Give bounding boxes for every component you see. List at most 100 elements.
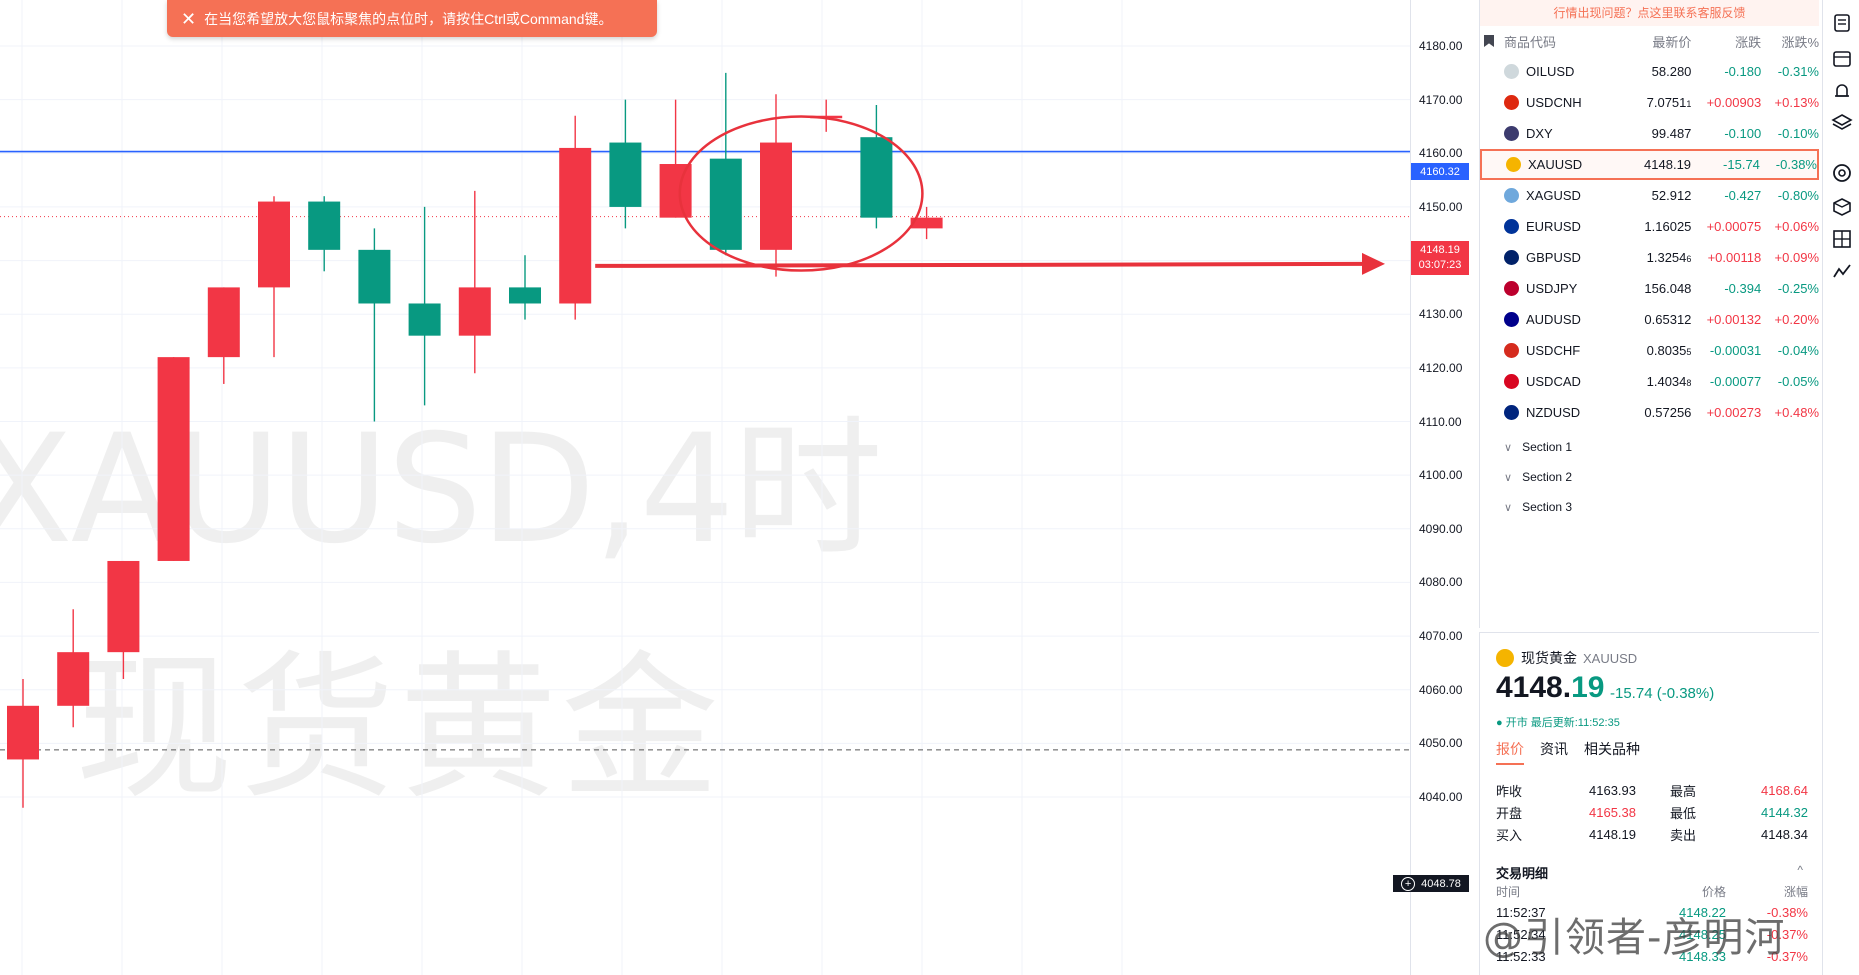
change-pct: +0.48% bbox=[1774, 405, 1819, 420]
change-pct: +0.13% bbox=[1774, 95, 1819, 110]
header-change-pct[interactable]: 涨跌% bbox=[1761, 32, 1819, 51]
last-price-main: 4148.19 bbox=[1644, 157, 1692, 172]
change-pct: -0.25% bbox=[1777, 281, 1819, 296]
change-pct: -0.38% bbox=[1775, 157, 1817, 172]
watchlist-row-xagusd[interactable]: XAGUSD 52.912 -0.427 -0.80% bbox=[1480, 180, 1819, 211]
candle-body bbox=[458, 287, 491, 336]
watchlist-row-gbpusd[interactable]: GBPUSD 1.32546 +0.00118 +0.09% bbox=[1480, 242, 1819, 273]
layers-icon[interactable] bbox=[1831, 112, 1853, 134]
price-tick-label: 4180.00 bbox=[1419, 39, 1463, 53]
trade-change: -0.37% bbox=[1766, 926, 1808, 942]
current-price-tag: 4148.19 03:07:23 bbox=[1411, 241, 1469, 275]
flag-nz-us-icon bbox=[1504, 405, 1519, 420]
alert-bell-icon[interactable] bbox=[1831, 80, 1853, 102]
watchlist-section-1[interactable]: ∨ Section 1 bbox=[1480, 432, 1819, 462]
zoom-hint-toast: ✕ 在当您希望放大您鼠标聚焦的点位时，请按住Ctrl或Command键。 bbox=[167, 0, 657, 37]
candle-body bbox=[760, 142, 792, 250]
symbol-code: EURUSD bbox=[1526, 219, 1581, 234]
flag-us-cn-icon bbox=[1504, 95, 1519, 110]
bar-countdown: 03:07:23 bbox=[1418, 259, 1462, 271]
trades-title: 交易明细 bbox=[1496, 866, 1549, 881]
stat-label: 开盘 bbox=[1496, 805, 1523, 821]
last-price-main: 7.0751 bbox=[1646, 95, 1687, 110]
header-symbol[interactable]: 商品代码 bbox=[1480, 32, 1616, 51]
details-change: -15.74 (-0.38%) bbox=[1610, 685, 1715, 702]
trades-header: 时间 价格 涨幅 bbox=[1496, 883, 1808, 900]
candlestick-chart[interactable] bbox=[0, 0, 1410, 975]
watchlist-row-oilusd[interactable]: OILUSD 58.280 -0.180 -0.31% bbox=[1480, 56, 1819, 87]
trade-change: -0.38% bbox=[1766, 904, 1808, 920]
gold-icon bbox=[1506, 157, 1521, 172]
close-icon[interactable]: ✕ bbox=[181, 10, 196, 28]
watchlist-section-3[interactable]: ∨ Section 3 bbox=[1480, 492, 1819, 522]
watchlist-row-usdcad[interactable]: USDCAD 1.40348 -0.00077 -0.05% bbox=[1480, 366, 1819, 397]
row-symbol: XAUUSD bbox=[1482, 157, 1616, 172]
candle-body bbox=[308, 201, 341, 250]
section-label: Section 1 bbox=[1522, 440, 1573, 454]
row-symbol: AUDUSD bbox=[1480, 312, 1616, 327]
tab-related[interactable]: 相关品种 bbox=[1584, 739, 1640, 765]
add-alert-icon[interactable]: + bbox=[1401, 876, 1416, 891]
grid-icon[interactable] bbox=[1831, 228, 1853, 250]
watchlist-rows: OILUSD 58.280 -0.180 -0.31% USDCNH 7.07511 +0.… bbox=[1480, 56, 1819, 428]
price-tick-label: 4100.00 bbox=[1419, 468, 1463, 483]
chart-icon[interactable] bbox=[1831, 260, 1853, 282]
change: +0.00903 bbox=[1706, 95, 1762, 110]
calendar-icon[interactable] bbox=[1831, 47, 1853, 69]
row-symbol: XAGUSD bbox=[1480, 188, 1616, 203]
symbol-code: DXY bbox=[1526, 126, 1553, 141]
last-price: 99.487 bbox=[1616, 126, 1692, 141]
candle-body bbox=[107, 560, 140, 653]
watchlist-row-usdcnh[interactable]: USDCNH 7.07511 +0.00903 +0.13% bbox=[1480, 87, 1819, 118]
row-symbol: NZDUSD bbox=[1480, 405, 1616, 420]
watchlist-row-audusd[interactable]: AUDUSD 0.65312 +0.00132 +0.20% bbox=[1480, 304, 1819, 335]
watchlist-section-2[interactable]: ∨ Section 2 bbox=[1480, 462, 1819, 492]
change: +0.00075 bbox=[1706, 219, 1762, 234]
news-icon[interactable] bbox=[1831, 12, 1853, 34]
change-pct: +0.09% bbox=[1774, 250, 1819, 265]
candle-body bbox=[207, 287, 240, 358]
tab-quote[interactable]: 报价 bbox=[1496, 739, 1524, 765]
details-price: 4148.19 bbox=[1496, 671, 1604, 705]
price-axis[interactable]: 4180.004170.004160.004150.004140.004130.… bbox=[1393, 0, 1474, 975]
flag-au-us-icon bbox=[1504, 312, 1519, 327]
header-change[interactable]: 涨跌 bbox=[1691, 32, 1761, 51]
watchlist-row-usdjpy[interactable]: USDJPY 156.048 -0.394 -0.25% bbox=[1480, 273, 1819, 304]
change: +0.00132 bbox=[1706, 312, 1762, 327]
price-tick-label: 4170.00 bbox=[1419, 92, 1463, 107]
candle-body bbox=[57, 652, 90, 706]
last-price: 1.32546 bbox=[1616, 250, 1692, 265]
collapse-trades-button[interactable]: ^ bbox=[1797, 863, 1803, 877]
price-tick-label: 4080.00 bbox=[1419, 575, 1463, 590]
watchlist-row-eurusd[interactable]: EURUSD 1.16025 +0.00075 +0.06% bbox=[1480, 211, 1819, 242]
feedback-link[interactable]: 行情出现问题？点这里联系客服反馈 bbox=[1480, 0, 1819, 26]
flag-us-icon bbox=[1504, 126, 1519, 141]
section-label: Section 2 bbox=[1522, 470, 1573, 484]
last-price-main: 0.8035 bbox=[1646, 343, 1687, 358]
chart-area[interactable]: XAUUSD,4时 现货黄金 ✕ 在当您希望放大您鼠标聚焦的点位时，请按住Ctr… bbox=[0, 0, 1410, 975]
change-pct: -0.80% bbox=[1777, 188, 1819, 203]
candle-body bbox=[709, 158, 742, 250]
change: -0.427 bbox=[1724, 188, 1762, 203]
flag-eu-us-icon bbox=[1504, 219, 1519, 234]
change: -0.180 bbox=[1724, 64, 1762, 79]
symbol-code: USDJPY bbox=[1526, 281, 1578, 296]
price-tick-label: 4130.00 bbox=[1419, 307, 1463, 322]
stat-value: 4165.38 bbox=[1589, 804, 1636, 820]
change-pct: -0.05% bbox=[1777, 374, 1819, 389]
watchlist-row-nzdusd[interactable]: NZDUSD 0.57256 +0.00273 +0.48% bbox=[1480, 397, 1819, 428]
candle-body bbox=[408, 303, 441, 336]
watchlist-row-usdchf[interactable]: USDCHF 0.80355 -0.00031 -0.04% bbox=[1480, 335, 1819, 366]
tab-news[interactable]: 资讯 bbox=[1540, 739, 1568, 765]
trade-time: 11:52:34 bbox=[1496, 926, 1546, 942]
annotation-arrow-head bbox=[1362, 252, 1385, 275]
watchlist-row-xauusd[interactable]: XAUUSD 4148.19 -15.74 -0.38% bbox=[1480, 149, 1819, 180]
header-last[interactable]: 最新价 bbox=[1616, 32, 1691, 51]
ideas-icon[interactable] bbox=[1831, 162, 1853, 184]
change: -0.394 bbox=[1724, 281, 1762, 296]
quote-stat-row: 买入 4148.19 卖出 4148.34 bbox=[1496, 823, 1808, 845]
watchlist-row-dxy[interactable]: DXY 99.487 -0.100 -0.10% bbox=[1480, 118, 1819, 149]
trades-header-change: 涨幅 bbox=[1783, 885, 1808, 899]
flag-us-jp-icon bbox=[1504, 281, 1519, 296]
cube-icon[interactable] bbox=[1831, 196, 1853, 218]
